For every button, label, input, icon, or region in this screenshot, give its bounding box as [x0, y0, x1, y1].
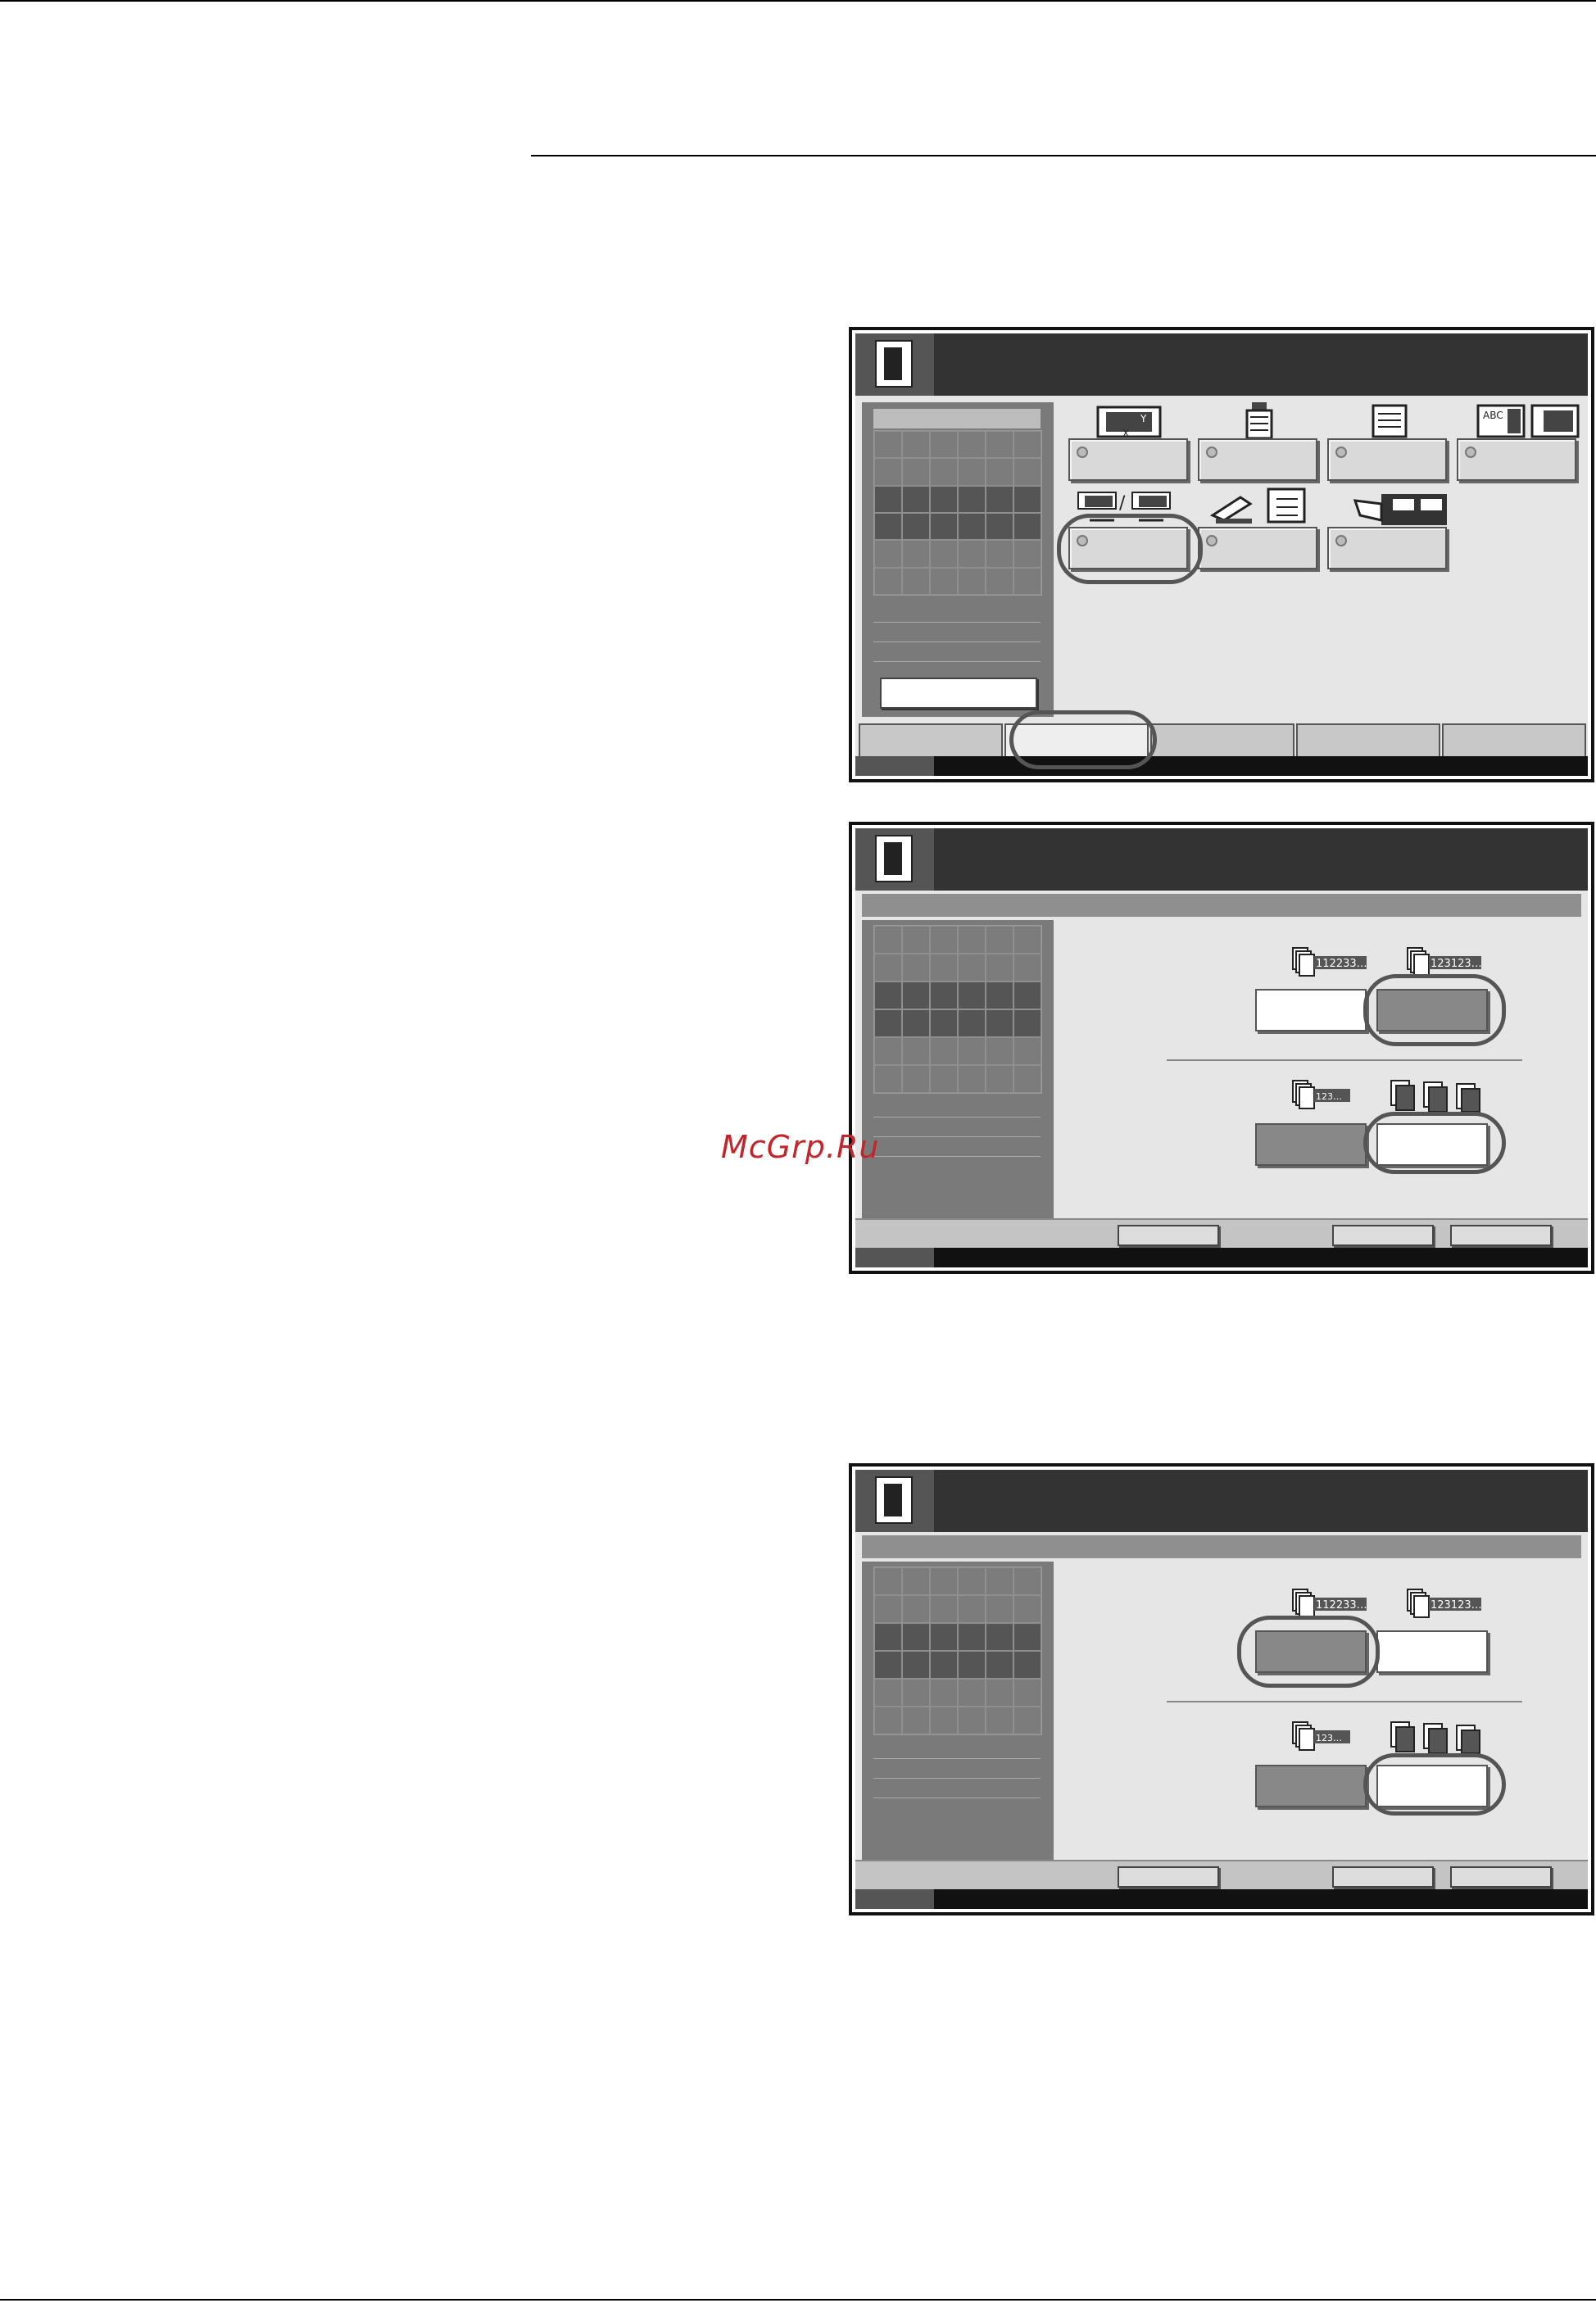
footer-button-ok[interactable]: [1450, 1866, 1552, 1888]
screen-collate-offset-2: 112233… 123123… 123…: [849, 1463, 1594, 1915]
svg-text:X: X: [1122, 428, 1129, 439]
highlight-collate-offset: [1057, 514, 1203, 584]
offset-on-icon: [1390, 1721, 1480, 1754]
highlight-collate-off: [1237, 1616, 1380, 1688]
section-rule: [531, 155, 1596, 156]
copy-icon-box: [855, 1470, 934, 1532]
svg-text:123…: 123…: [1316, 1733, 1342, 1743]
preview-line: [873, 1156, 1041, 1157]
preview-line: [873, 1136, 1041, 1137]
svg-text:112233…: 112233…: [1316, 958, 1367, 970]
bottom-rule: [0, 2299, 1596, 2301]
function-button-staple[interactable]: [1198, 527, 1317, 569]
svg-text:123…: 123…: [1316, 1091, 1342, 1102]
screen-body: 112233… 123123… 123…: [855, 1470, 1588, 1909]
function-button-image-quality[interactable]: [1457, 438, 1576, 481]
copy-document-icon: [875, 1476, 913, 1524]
footer-button-add-shortcut[interactable]: [1118, 1866, 1219, 1888]
text-image-icon: ABC: [1476, 404, 1580, 438]
collate-on-button[interactable]: [1376, 1630, 1488, 1673]
preview-panel: [862, 402, 1054, 717]
staple-icon: [1209, 487, 1306, 524]
function-button-paper[interactable]: [1327, 438, 1447, 481]
top-rule: [0, 0, 1596, 2]
svg-text:123123…: 123123…: [1431, 1599, 1482, 1612]
title-bar: [855, 1470, 1588, 1532]
footer-button-add-shortcut[interactable]: [1118, 1225, 1219, 1246]
screen-collate-offset-1: 112233… 123123… 123…: [849, 822, 1594, 1274]
svg-text:Y: Y: [1140, 413, 1147, 424]
footer-button-cancel[interactable]: [1332, 1225, 1434, 1246]
preview-grid: [873, 1566, 1042, 1735]
status-bar: [855, 756, 1588, 776]
offset-off-button[interactable]: [1255, 1765, 1367, 1807]
zoom-xy-icon: Y X: [1096, 406, 1162, 439]
preview-grid: [873, 925, 1042, 1094]
offset-on-icon: [1390, 1080, 1480, 1113]
highlight-collate-on: [1363, 974, 1506, 1046]
screen-function-menu: Y X ABC /: [849, 327, 1594, 782]
copy-icon-box: [855, 828, 934, 891]
highlight-tab-2: [1009, 710, 1157, 769]
header-strip: [862, 1535, 1581, 1558]
section-separator: [1167, 1701, 1522, 1702]
status-bar: [855, 1889, 1588, 1909]
status-led-icon: [1335, 447, 1347, 458]
status-led-icon: [1465, 447, 1476, 458]
offset-off-icon: 123…: [1292, 1721, 1350, 1751]
output-tray-icon: [1353, 494, 1447, 525]
status-led-icon: [1335, 535, 1347, 546]
svg-text:112233…: 112233…: [1316, 1599, 1367, 1612]
title-bar: [855, 333, 1588, 396]
preview-panel: [862, 1562, 1054, 1860]
collate-on-icon: 123123…: [1407, 1589, 1482, 1618]
highlight-offset-on: [1363, 1753, 1506, 1816]
status-led-icon: [1077, 447, 1088, 458]
preview-line: [873, 622, 1041, 623]
tab-3[interactable]: [1150, 723, 1294, 758]
status-led-icon: [1206, 447, 1217, 458]
status-led-icon: [1206, 535, 1217, 546]
tab-1[interactable]: [859, 723, 1003, 758]
sheet-stack-icon: [1245, 402, 1273, 440]
screen-body: 112233… 123123… 123…: [855, 828, 1588, 1267]
preview-button[interactable]: [880, 678, 1037, 709]
copy-icon-box: [855, 333, 934, 396]
watermark: McGrp.Ru: [721, 1129, 880, 1165]
status-bar: [855, 1248, 1588, 1267]
function-button-output-tray[interactable]: [1327, 527, 1447, 569]
preview-line: [873, 1758, 1041, 1759]
screen-body: Y X ABC /: [855, 333, 1588, 776]
offset-off-button[interactable]: [1255, 1123, 1367, 1166]
title-bar: [855, 828, 1588, 891]
section-separator: [1167, 1059, 1522, 1061]
svg-text:/: /: [1119, 493, 1126, 514]
svg-text:123123…: 123123…: [1431, 958, 1482, 970]
collate-off-button[interactable]: [1255, 989, 1367, 1031]
preview-line: [873, 641, 1041, 642]
tab-5[interactable]: [1442, 723, 1586, 758]
preview-header: [873, 409, 1041, 428]
preview-panel: [862, 920, 1054, 1218]
preview-line: [873, 1778, 1041, 1779]
status-bar-left: [855, 1248, 934, 1267]
function-button-original-size[interactable]: [1198, 438, 1317, 481]
preview-line: [873, 661, 1041, 662]
status-bar-left: [855, 1889, 934, 1909]
status-bar-left: [855, 756, 934, 776]
footer-button-ok[interactable]: [1450, 1225, 1552, 1246]
footer-button-cancel[interactable]: [1332, 1866, 1434, 1888]
book-page-icon: [1372, 404, 1408, 438]
highlight-offset-on: [1363, 1112, 1506, 1174]
collate-off-icon: 112233…: [1292, 947, 1367, 977]
preview-grid: [873, 430, 1042, 596]
svg-text:ABC: ABC: [1483, 410, 1503, 421]
copy-document-icon: [875, 340, 913, 388]
copy-document-icon: [875, 835, 913, 882]
header-strip: [862, 894, 1581, 917]
offset-off-icon: 123…: [1292, 1080, 1350, 1109]
tab-4[interactable]: [1296, 723, 1440, 758]
function-button-zoom[interactable]: [1068, 438, 1188, 481]
